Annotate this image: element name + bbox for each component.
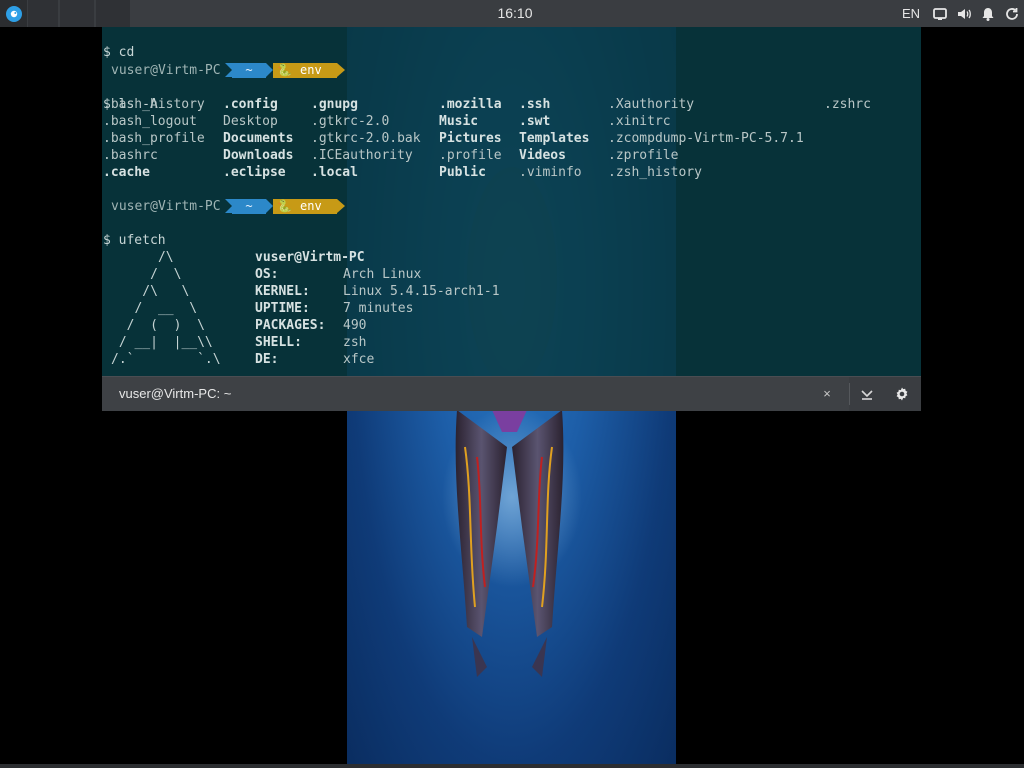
ls-entry: .swt [519, 114, 551, 129]
ufetch-key: UPTIME: [255, 301, 310, 316]
workspace-2[interactable] [60, 0, 94, 27]
clock[interactable]: 16:10 [130, 0, 900, 27]
ufetch-value: xfce [343, 352, 375, 367]
arch-logo-art: /.` `.\ [111, 352, 221, 367]
command-line: $ cd [102, 27, 149, 60]
prompt-env-label: env [300, 63, 322, 77]
ufetch-value: Linux 5.4.15-arch1-1 [343, 284, 500, 299]
ufetch-header: vuser@Virtm-PC [255, 250, 365, 265]
workspace-3[interactable] [96, 0, 130, 27]
bottom-panel [0, 764, 1024, 768]
start-menu-button[interactable] [0, 0, 27, 27]
ufetch-value: zsh [343, 335, 367, 350]
keyboard-layout-indicator[interactable]: EN [902, 6, 920, 21]
ls-entry: .xinitrc [608, 114, 671, 129]
top-panel: 16:10 EN [0, 0, 1024, 27]
ls-entry: Downloads [223, 148, 294, 163]
terminal-output[interactable]: $ cd vuser@Virtm-PC ~ 🐍 env $ ls -A .bas… [102, 27, 921, 376]
notifications-icon[interactable] [976, 0, 1000, 27]
ls-entry: .viminfo [519, 165, 582, 180]
arch-logo-art: / __| |__\\ [111, 335, 213, 350]
settings-button[interactable] [890, 382, 914, 406]
arch-logo-art: / __ \ [111, 301, 198, 316]
divider [849, 383, 850, 405]
ls-entry: .cache [103, 165, 150, 180]
prompt-user: vuser@Virtm-PC [111, 199, 221, 214]
arch-logo-art: / \ [111, 267, 182, 282]
ls-entry: .eclipse [223, 165, 286, 180]
workspace-1[interactable] [28, 0, 58, 27]
ls-entry: Desktop [223, 114, 278, 129]
ls-entry: Music [439, 114, 479, 129]
ls-entry: .ICEauthority [311, 148, 413, 163]
shell-prompt: vuser@Virtm-PC ~ 🐍 env [102, 62, 345, 79]
ls-entry: Videos [519, 148, 566, 163]
shell-prompt: vuser@Virtm-PC ~ 🐍 env [102, 198, 345, 215]
prompt-env-label: env [300, 199, 322, 213]
ufetch-value: 490 [343, 318, 367, 333]
prompt-env: 🐍 env [273, 199, 345, 214]
system-tray: EN [902, 0, 1024, 27]
terminal-tab[interactable]: vuser@Virtm-PC: ~ × [102, 377, 849, 411]
arch-logo-art: / ( ) \ [111, 318, 205, 333]
ls-entry: Public [439, 165, 486, 180]
prompt-directory: ~ [225, 63, 273, 78]
ls-entry: .zprofile [608, 148, 679, 163]
ufetch-key: KERNEL: [255, 284, 310, 299]
start-menu-icon [5, 5, 22, 22]
terminal-window[interactable]: $ cd vuser@Virtm-PC ~ 🐍 env $ ls -A .bas… [102, 27, 921, 411]
prompt-env: 🐍 env [273, 63, 345, 78]
command-line: $ ls -A [102, 79, 158, 112]
terminal-tab-bar: vuser@Virtm-PC: ~ × [102, 376, 921, 411]
ls-entry: .local [311, 165, 358, 180]
ls-entry: .zcompdump-Virtm-PC-5.7.1 [608, 131, 804, 146]
prompt-user: vuser@Virtm-PC [111, 63, 221, 78]
tab-title: vuser@Virtm-PC: ~ [119, 386, 232, 401]
tab-close-button[interactable]: × [820, 377, 834, 410]
ls-entry: .gtkrc-2.0.bak [311, 131, 421, 146]
display-icon[interactable] [928, 0, 952, 27]
ls-entry: Documents [223, 131, 294, 146]
ufetch-value: Arch Linux [343, 267, 422, 282]
ls-entry: .profile [439, 148, 502, 163]
python-env-icon: 🐍 [277, 63, 292, 77]
arch-logo-art: /\ [111, 250, 174, 265]
ls-entry: .ssh [519, 97, 551, 112]
arch-logo-art: /\ \ [111, 284, 190, 299]
ls-entry: .zshrc [824, 97, 871, 112]
ls-entry: .zsh_history [608, 165, 702, 180]
gear-icon [896, 387, 908, 401]
ls-entry: .Xauthority [608, 97, 695, 112]
ufetch-key: SHELL: [255, 335, 302, 350]
chevron-down-icon [861, 390, 873, 400]
prompt-directory: ~ [225, 199, 273, 214]
ls-entry: .bash_history [103, 97, 205, 112]
python-env-icon: 🐍 [277, 199, 292, 213]
ls-entry: .gtkrc-2.0 [311, 114, 390, 129]
update-icon[interactable] [1000, 0, 1024, 27]
ls-entry: .config [223, 97, 278, 112]
ls-entry: .bash_logout [103, 114, 197, 129]
command-text: $ cd [103, 45, 135, 60]
ls-entry: .bash_profile [103, 131, 205, 146]
ufetch-key: OS: [255, 267, 279, 282]
ls-entry: .gnupg [311, 97, 358, 112]
dropdown-toggle-button[interactable] [855, 382, 879, 406]
volume-icon[interactable] [952, 0, 976, 27]
ls-entry: Templates [519, 131, 590, 146]
ls-entry: .mozilla [439, 97, 502, 112]
ufetch-key: PACKAGES: [255, 318, 326, 333]
ls-entry: .bashrc [103, 148, 158, 163]
command-line: $ ufetch [102, 215, 166, 248]
ufetch-value: 7 minutes [343, 301, 414, 316]
ufetch-key: DE: [255, 352, 279, 367]
ls-entry: Pictures [439, 131, 502, 146]
command-text: $ ufetch [103, 233, 166, 248]
